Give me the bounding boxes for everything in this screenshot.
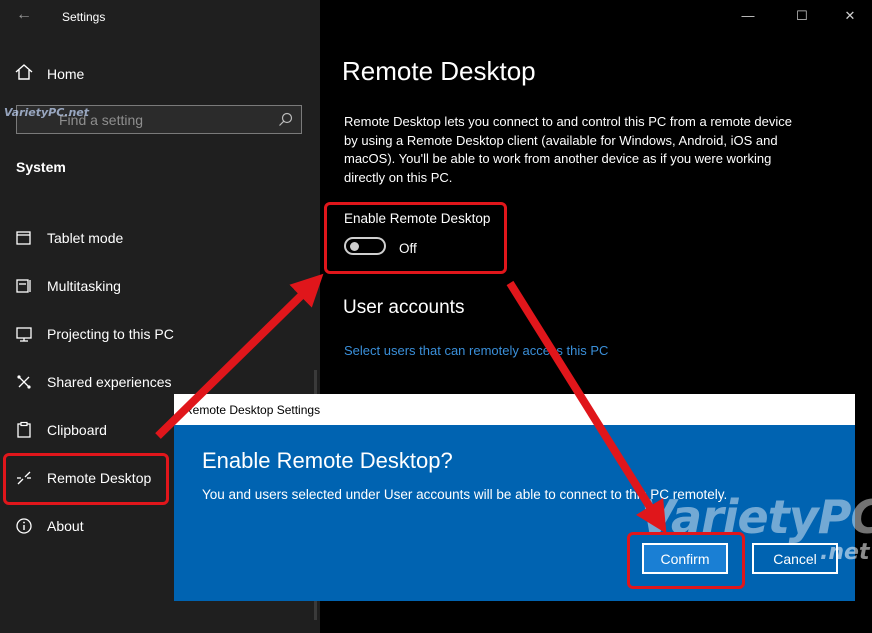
search-icon[interactable] bbox=[278, 112, 293, 127]
sidebar-item-home[interactable]: Home bbox=[0, 58, 320, 90]
multitasking-icon bbox=[16, 279, 31, 293]
page-description: Remote Desktop lets you connect to and c… bbox=[344, 114, 792, 185]
watermark-suffix: .net bbox=[820, 540, 870, 565]
sidebar-item-multitasking[interactable]: Multitasking bbox=[0, 266, 320, 306]
dialog-heading: Enable Remote Desktop? bbox=[202, 448, 453, 473]
sidebar-item-label: Home bbox=[47, 66, 85, 82]
maximize-button[interactable]: ☐ bbox=[792, 8, 812, 26]
highlight-enable-toggle bbox=[324, 202, 507, 274]
sidebar-item-label: Projecting to this PC bbox=[47, 326, 174, 342]
minimize-button[interactable]: — bbox=[738, 8, 758, 26]
info-icon bbox=[16, 518, 32, 534]
title-bar: ← Settings bbox=[0, 0, 320, 34]
sidebar-item-label: Tablet mode bbox=[47, 230, 124, 246]
select-users-link[interactable]: Select users that can remotely access th… bbox=[344, 343, 608, 358]
app-title: Settings bbox=[62, 10, 106, 24]
shared-experiences-icon bbox=[17, 375, 31, 389]
sidebar-item-label: About bbox=[47, 518, 84, 534]
sidebar-item-label: Multitasking bbox=[47, 278, 121, 294]
highlight-confirm-button bbox=[627, 532, 745, 589]
page-title: Remote Desktop bbox=[342, 56, 536, 86]
close-button[interactable]: ✕ bbox=[840, 8, 860, 26]
projecting-icon bbox=[16, 327, 32, 342]
sidebar-item-tablet-mode[interactable]: Tablet mode bbox=[0, 218, 320, 258]
sidebar-item-label: Clipboard bbox=[47, 422, 107, 438]
dialog-window-title: Remote Desktop Settings bbox=[184, 403, 321, 417]
highlight-remote-desktop-nav bbox=[3, 453, 169, 505]
sidebar-item-label: Shared experiences bbox=[47, 374, 172, 390]
watermark-small: VarietyPC.net bbox=[4, 106, 90, 119]
clipboard-icon bbox=[17, 421, 31, 438]
section-header-system: System bbox=[16, 159, 66, 175]
sidebar-item-projecting[interactable]: Projecting to this PC bbox=[0, 314, 320, 354]
dialog-title-bar[interactable]: Remote Desktop Settings bbox=[174, 394, 855, 425]
home-icon bbox=[15, 64, 33, 80]
user-accounts-heading: User accounts bbox=[343, 297, 465, 318]
tablet-icon bbox=[16, 231, 31, 245]
back-arrow-icon[interactable]: ← bbox=[16, 6, 32, 24]
